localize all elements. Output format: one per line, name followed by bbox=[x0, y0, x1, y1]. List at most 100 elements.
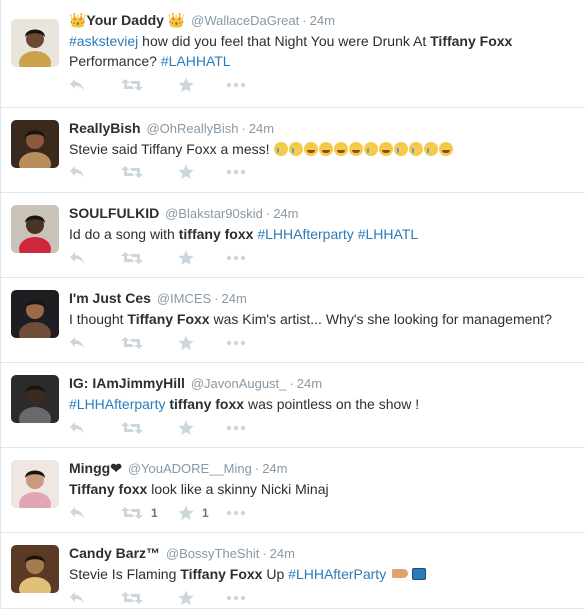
favorite-button[interactable] bbox=[178, 249, 226, 267]
tweet[interactable]: 👑Your Daddy 👑 @WallaceDaGreat · 24m #askste… bbox=[1, 0, 585, 108]
retweet-icon bbox=[121, 506, 143, 520]
reply-icon bbox=[69, 251, 85, 265]
timestamp[interactable]: 24m bbox=[297, 376, 322, 391]
hashtag-link[interactable]: #LHHAfterParty bbox=[288, 566, 386, 582]
fullname[interactable]: ReallyBish bbox=[69, 120, 141, 136]
star-icon bbox=[178, 335, 194, 351]
highlighted-term: tiffany foxx bbox=[178, 226, 254, 242]
avatar[interactable] bbox=[11, 19, 59, 67]
avatar[interactable] bbox=[11, 375, 59, 423]
crying-face-emoji-icon bbox=[409, 142, 424, 156]
tweet-content: ReallyBish @OhReallyBish · 24m Stevie said … bbox=[69, 119, 576, 179]
reply-button[interactable] bbox=[69, 589, 121, 607]
laughing-face-emoji-icon bbox=[379, 142, 394, 156]
retweet-button[interactable] bbox=[121, 163, 178, 181]
username[interactable]: @Blakstar90skid bbox=[165, 206, 263, 221]
fullname[interactable]: IG: IAmJimmyHill bbox=[69, 375, 185, 391]
retweet-button[interactable] bbox=[121, 249, 178, 267]
fullname[interactable]: 👑Your Daddy 👑 bbox=[69, 12, 185, 28]
favorite-button[interactable]: 1 bbox=[178, 504, 226, 522]
tweet-text: I thought Tiffany Foxx was Kim's artist.… bbox=[69, 309, 576, 329]
username[interactable]: @YouADORE__Ming bbox=[128, 461, 252, 476]
tweet-actions bbox=[69, 249, 246, 267]
username[interactable]: @WallaceDaGreat bbox=[191, 13, 299, 28]
avatar[interactable] bbox=[11, 120, 59, 168]
favorite-button[interactable] bbox=[178, 589, 226, 607]
more-button[interactable] bbox=[226, 163, 246, 181]
username[interactable]: @OhReallyBish bbox=[146, 121, 238, 136]
favorite-button[interactable] bbox=[178, 76, 226, 94]
timestamp[interactable]: 24m bbox=[249, 121, 274, 136]
fullname[interactable]: Mingg❤ bbox=[69, 460, 122, 476]
tweet[interactable]: IG: IAmJimmyHill @JavonAugust_ · 24m #LHHAf… bbox=[1, 363, 585, 448]
hashtag-link[interactable]: #LHHAfterparty bbox=[69, 396, 165, 412]
tweet[interactable]: Mingg❤ @YouADORE__Ming · 24m Tiffany foxx l… bbox=[1, 448, 585, 533]
hashtag-link[interactable]: #LHHAfterparty bbox=[257, 226, 353, 242]
retweet-button[interactable]: 1 bbox=[121, 504, 178, 522]
tweet-content: I'm Just Ces @IMCES · 24m I thought Tiffany… bbox=[69, 289, 576, 350]
crying-face-emoji-icon bbox=[364, 142, 379, 156]
reply-icon bbox=[69, 421, 85, 435]
favorite-count: 1 bbox=[202, 506, 209, 520]
favorite-button[interactable] bbox=[178, 163, 226, 181]
username[interactable]: @IMCES bbox=[157, 291, 211, 306]
avatar[interactable] bbox=[11, 205, 59, 253]
reply-button[interactable] bbox=[69, 163, 121, 181]
timestamp[interactable]: 24m bbox=[262, 461, 287, 476]
tweet-text-segment: Performance? bbox=[69, 53, 161, 69]
star-icon bbox=[178, 505, 194, 521]
fullname[interactable]: I'm Just Ces bbox=[69, 290, 151, 306]
tweet-header: 👑Your Daddy 👑 @WallaceDaGreat · 24m bbox=[69, 11, 576, 30]
avatar[interactable] bbox=[11, 460, 59, 508]
highlighted-term: Tiffany Foxx bbox=[127, 311, 210, 327]
tweet-text: #LHHAfterparty tiffany foxx was pointles… bbox=[69, 394, 576, 414]
more-button[interactable] bbox=[226, 334, 246, 352]
retweet-button[interactable] bbox=[121, 419, 178, 437]
retweet-button[interactable] bbox=[121, 334, 178, 352]
tweet-header: IG: IAmJimmyHill @JavonAugust_ · 24m bbox=[69, 374, 576, 393]
tweet[interactable]: I'm Just Ces @IMCES · 24m I thought Tiffany… bbox=[1, 278, 585, 363]
separator-dot: · bbox=[289, 376, 294, 391]
tweet-text-segment: Stevie said Tiffany Foxx a mess! bbox=[69, 141, 274, 157]
retweet-button[interactable] bbox=[121, 589, 178, 607]
username[interactable]: @JavonAugust_ bbox=[191, 376, 287, 391]
tweet[interactable]: Candy Barz™ @BossyTheShit · 24m Stevie Is F… bbox=[1, 533, 585, 609]
laughing-face-emoji-icon bbox=[319, 142, 334, 156]
crying-face-emoji-icon bbox=[274, 142, 289, 156]
more-button[interactable] bbox=[226, 76, 246, 94]
highlighted-term: Tiffany Foxx bbox=[430, 33, 513, 49]
tweet-text-segment: was pointless on the show ! bbox=[244, 396, 420, 412]
reply-button[interactable] bbox=[69, 504, 121, 522]
more-button[interactable] bbox=[226, 589, 246, 607]
more-button[interactable] bbox=[226, 249, 246, 267]
hashtag-link[interactable]: #LAHHATL bbox=[161, 53, 231, 69]
more-button[interactable] bbox=[226, 419, 246, 437]
hashtag-link[interactable]: #LHHATL bbox=[358, 226, 418, 242]
reply-button[interactable] bbox=[69, 334, 121, 352]
tweet-header: ReallyBish @OhReallyBish · 24m bbox=[69, 119, 576, 138]
timestamp[interactable]: 24m bbox=[310, 13, 335, 28]
hashtag-link[interactable]: #asksteviej bbox=[69, 33, 138, 49]
avatar[interactable] bbox=[11, 545, 59, 593]
favorite-button[interactable] bbox=[178, 419, 226, 437]
more-button[interactable] bbox=[226, 504, 246, 522]
reply-button[interactable] bbox=[69, 249, 121, 267]
timestamp[interactable]: 24m bbox=[273, 206, 298, 221]
tweet-actions bbox=[69, 76, 246, 94]
avatar[interactable] bbox=[11, 290, 59, 338]
reply-button[interactable] bbox=[69, 419, 121, 437]
retweet-button[interactable] bbox=[121, 76, 178, 94]
tweet[interactable]: SOULFULKID @Blakstar90skid · 24m Id do a so… bbox=[1, 193, 585, 278]
reply-button[interactable] bbox=[69, 76, 121, 94]
tweet-content: SOULFULKID @Blakstar90skid · 24m Id do a so… bbox=[69, 204, 576, 265]
fullname[interactable]: SOULFULKID bbox=[69, 205, 159, 221]
favorite-button[interactable] bbox=[178, 334, 226, 352]
fullname[interactable]: Candy Barz™ bbox=[69, 545, 160, 561]
tweet[interactable]: ReallyBish @OhReallyBish · 24m Stevie said … bbox=[1, 108, 585, 193]
highlighted-term: tiffany foxx bbox=[169, 396, 245, 412]
reply-icon bbox=[69, 591, 85, 605]
star-icon bbox=[178, 590, 194, 606]
timestamp[interactable]: 24m bbox=[222, 291, 247, 306]
username[interactable]: @BossyTheShit bbox=[166, 546, 259, 561]
timestamp[interactable]: 24m bbox=[270, 546, 295, 561]
